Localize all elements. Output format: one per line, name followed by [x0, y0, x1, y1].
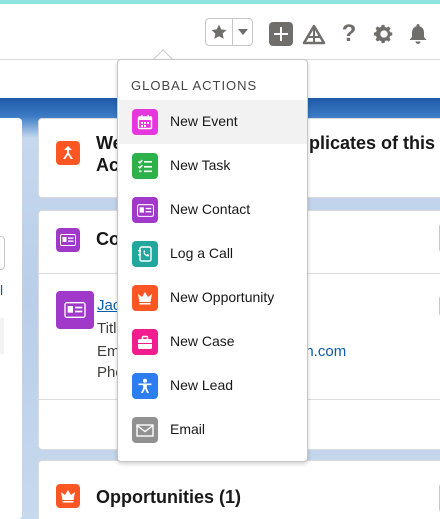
contact-icon — [132, 197, 158, 223]
crown-icon — [132, 285, 158, 311]
favorites-list-button[interactable] — [233, 19, 252, 45]
help-icon: ? — [341, 20, 357, 47]
help-button[interactable]: ? — [337, 20, 361, 47]
left-gray-block — [0, 318, 4, 354]
left-link[interactable]: l — [0, 282, 3, 298]
email-icon — [132, 417, 158, 443]
favorites-button-group — [205, 18, 253, 46]
menu-item-label: New Lead — [170, 377, 234, 393]
left-input-field[interactable] — [0, 236, 5, 270]
menu-item-log-a-call[interactable]: Log a Call — [119, 232, 307, 276]
gear-icon — [373, 24, 393, 44]
chevron-down-icon — [237, 29, 248, 35]
plus-icon — [274, 27, 288, 41]
menu-item-label: New Contact — [170, 201, 251, 217]
menu-item-new-contact[interactable]: New Contact — [119, 188, 307, 232]
merge-icon — [63, 146, 73, 159]
menu-item-label: Email — [170, 421, 206, 437]
opportunities-icon-box — [56, 484, 80, 508]
favorite-star-button[interactable] — [206, 19, 234, 45]
lead-icon — [132, 373, 158, 399]
menu-item-label: New Task — [170, 157, 231, 173]
menu-item-email[interactable]: Email — [119, 408, 307, 452]
global-actions-button[interactable] — [269, 22, 293, 46]
task-icon — [132, 153, 158, 179]
global-actions-heading: GLOBAL ACTIONS — [131, 78, 258, 93]
contact-card-icon — [60, 234, 76, 246]
menu-item-new-event[interactable]: New Event — [119, 100, 307, 144]
menu-item-new-task[interactable]: New Task — [119, 144, 307, 188]
contact-avatar — [56, 291, 94, 329]
global-actions-menu: GLOBAL ACTIONS New Event New Task New Co… — [117, 59, 308, 462]
trailhead-icon — [302, 24, 326, 45]
contact-title-label: Titl — [97, 320, 117, 337]
duplicates-title-line2: Ac — [96, 155, 120, 175]
phone-icon — [132, 241, 158, 267]
setup-button[interactable] — [372, 22, 396, 46]
contacts-icon-box — [56, 228, 80, 252]
opportunities-card: Opportunities (1) — [38, 460, 440, 519]
menu-item-label: Log a Call — [170, 245, 234, 261]
menu-item-new-opportunity[interactable]: New Opportunity — [119, 276, 307, 320]
star-icon — [211, 24, 227, 39]
menu-item-label: New Opportunity — [170, 289, 275, 305]
bell-icon — [409, 24, 427, 44]
briefcase-icon — [132, 329, 158, 355]
menu-item-new-case[interactable]: New Case — [119, 320, 307, 364]
opportunities-title: Opportunities (1) — [96, 487, 241, 507]
contact-card-icon — [64, 302, 86, 318]
crown-icon — [61, 490, 75, 503]
menu-item-new-lead[interactable]: New Lead — [119, 364, 307, 408]
trailhead-button[interactable] — [302, 22, 326, 46]
global-header: ? — [0, 4, 440, 60]
calendar-icon — [132, 109, 158, 135]
menu-item-label: New Case — [170, 333, 235, 349]
menu-item-label: New Event — [170, 113, 238, 129]
duplicates-title-end: plicates of this — [309, 133, 436, 153]
duplicates-icon-box — [56, 141, 80, 165]
notifications-button[interactable] — [406, 22, 430, 46]
